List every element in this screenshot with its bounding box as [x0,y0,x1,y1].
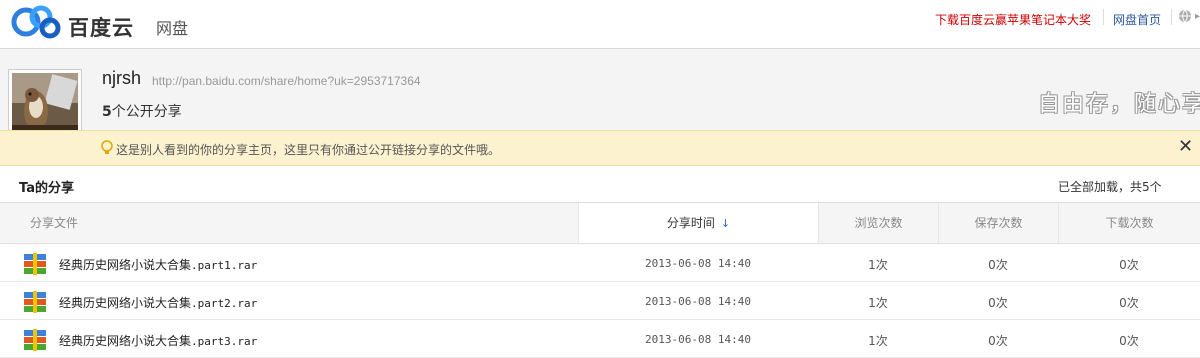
share-count-label: 个公开分享 [111,104,182,120]
save-count: 0次 [988,258,1008,272]
slogan: 自由存，随心享 [1038,92,1200,117]
divider [1103,9,1104,25]
save-count: 0次 [988,334,1008,348]
view-count: 1次 [868,296,888,310]
file-name[interactable]: 经典历史网络小说大合集.part1.rar [59,256,257,273]
rar-file-icon [24,291,46,313]
file-name[interactable]: 经典历史网络小说大合集.part3.rar [59,332,257,349]
view-count: 1次 [868,334,888,348]
menu-dots-icon[interactable]: ▸ [1195,11,1200,22]
download-count: 0次 [1119,296,1139,310]
close-icon[interactable]: ✕ [1178,136,1193,157]
file-name-main: 经典历史网络小说大合集 [59,296,192,310]
public-share-count: 5个公开分享 [102,101,182,121]
share-time: 2013-06-08 14:40 [645,257,751,270]
file-name-main: 经典历史网络小说大合集 [59,334,192,348]
top-bar: 百度云 网盘 下载百度云赢苹果笔记本大奖 网盘首页 ▸ [0,0,1200,49]
column-header-views[interactable]: 浏览次数 [818,203,938,243]
netdisk-home-link[interactable]: 网盘首页 [1113,11,1161,28]
sort-down-icon[interactable]: ↓ [721,217,730,230]
file-name-ext: .part1.rar [191,259,258,272]
file-name-ext: .part3.rar [191,335,258,348]
notice-bar: 这是别人看到的你的分享主页，这里只有你通过公开链接分享的文件哦。 ✕ [0,130,1200,166]
share-count-number: 5 [102,104,112,120]
section-header: Ta的分享 已全部加载，共5个 [0,166,1200,202]
column-header-time-label: 分享时间 [666,216,715,230]
share-time: 2013-06-08 14:40 [645,333,751,346]
column-header-downloads[interactable]: 下载次数 [1058,203,1200,243]
download-count: 0次 [1119,334,1139,348]
brand-name[interactable]: 百度云 [68,12,134,42]
table-row[interactable]: 经典历史网络小说大合集.part1.rar 2013-06-08 14:40 1… [0,244,1200,282]
view-count: 1次 [868,258,888,272]
table-row[interactable]: 经典历史网络小说大合集.part2.rar 2013-06-08 14:40 1… [0,282,1200,320]
save-count: 0次 [988,296,1008,310]
rar-file-icon [24,253,46,275]
column-header-saves[interactable]: 保存次数 [938,203,1058,243]
lightbulb-icon [101,140,113,154]
file-name[interactable]: 经典历史网络小说大合集.part2.rar [59,294,257,311]
download-count: 0次 [1119,258,1139,272]
promo-link[interactable]: 下载百度云赢苹果笔记本大奖 [935,11,1091,28]
table-header: 分享文件 分享时间 ↓ 浏览次数 保存次数 下载次数 [0,202,1200,244]
brand-subtitle: 网盘 [156,19,189,38]
column-header-file[interactable]: 分享文件 [0,203,578,243]
notice-text: 这是别人看到的你的分享主页，这里只有你通过公开链接分享的文件哦。 [116,143,501,157]
file-name-main: 经典历史网络小说大合集 [59,258,192,272]
section-title: Ta的分享 [19,181,74,196]
username: njrsh [102,68,142,88]
divider [1171,9,1172,25]
baidu-cloud-logo-icon[interactable] [8,4,64,40]
table-row[interactable]: 经典历史网络小说大合集.part3.rar 2013-06-08 14:40 1… [0,320,1200,358]
file-name-ext: .part2.rar [191,297,258,310]
globe-icon[interactable] [1178,9,1192,23]
share-time: 2013-06-08 14:40 [645,295,751,308]
loaded-status: 已全部加载，共5个 [1058,180,1162,194]
profile-section: njrsh http://pan.baidu.com/share/home?uk… [0,49,1200,143]
column-header-time[interactable]: 分享时间 ↓ [578,203,818,243]
share-url[interactable]: http://pan.baidu.com/share/home?uk=29537… [152,74,421,88]
rar-file-icon [24,329,46,351]
